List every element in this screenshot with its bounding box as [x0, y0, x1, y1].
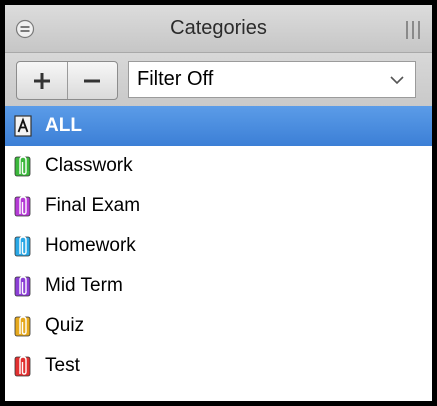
category-label: Classwork	[45, 155, 133, 176]
red-clip-icon	[14, 356, 31, 377]
category-label: Homework	[45, 235, 136, 256]
plus-icon	[34, 72, 50, 89]
panel-title: Categories	[170, 17, 267, 39]
category-label: Test	[45, 355, 80, 376]
category-item[interactable]: Test	[5, 346, 432, 386]
cyan-clip-icon	[14, 236, 31, 257]
panel-titlebar: Categories	[5, 5, 432, 53]
add-remove-button-group	[16, 61, 118, 100]
category-item[interactable]: Mid Term	[5, 266, 432, 306]
panel-toolbar: Filter Off	[5, 53, 432, 106]
category-label: ALL	[45, 115, 82, 136]
categories-panel: Categories Filter Off ALL Classwork Fina…	[5, 5, 432, 401]
category-item[interactable]: ALL	[5, 106, 432, 146]
column-grip-icon[interactable]	[404, 20, 422, 40]
filter-selected-value: Filter Off	[137, 68, 214, 90]
category-item[interactable]: Quiz	[5, 306, 432, 346]
chevron-down-icon	[390, 76, 404, 85]
category-item[interactable]: Homework	[5, 226, 432, 266]
category-item[interactable]: Classwork	[5, 146, 432, 186]
category-label: Final Exam	[45, 195, 141, 216]
collapse-circle-icon[interactable]	[15, 19, 35, 39]
all-a-icon	[14, 115, 32, 137]
filter-dropdown[interactable]: Filter Off	[128, 61, 416, 98]
yellow-clip-icon	[14, 316, 31, 337]
category-list: ALL Classwork Final Exam Homework Mid Term Qu…	[5, 106, 432, 386]
remove-category-button[interactable]	[67, 62, 117, 99]
purple-clip-icon	[14, 276, 31, 297]
violet-clip-icon	[14, 196, 31, 217]
category-item[interactable]: Final Exam	[5, 186, 432, 226]
add-category-button[interactable]	[17, 62, 68, 99]
minus-icon	[84, 79, 100, 82]
green-clip-icon	[14, 156, 31, 177]
category-label: Mid Term	[45, 275, 123, 296]
category-label: Quiz	[45, 315, 85, 336]
